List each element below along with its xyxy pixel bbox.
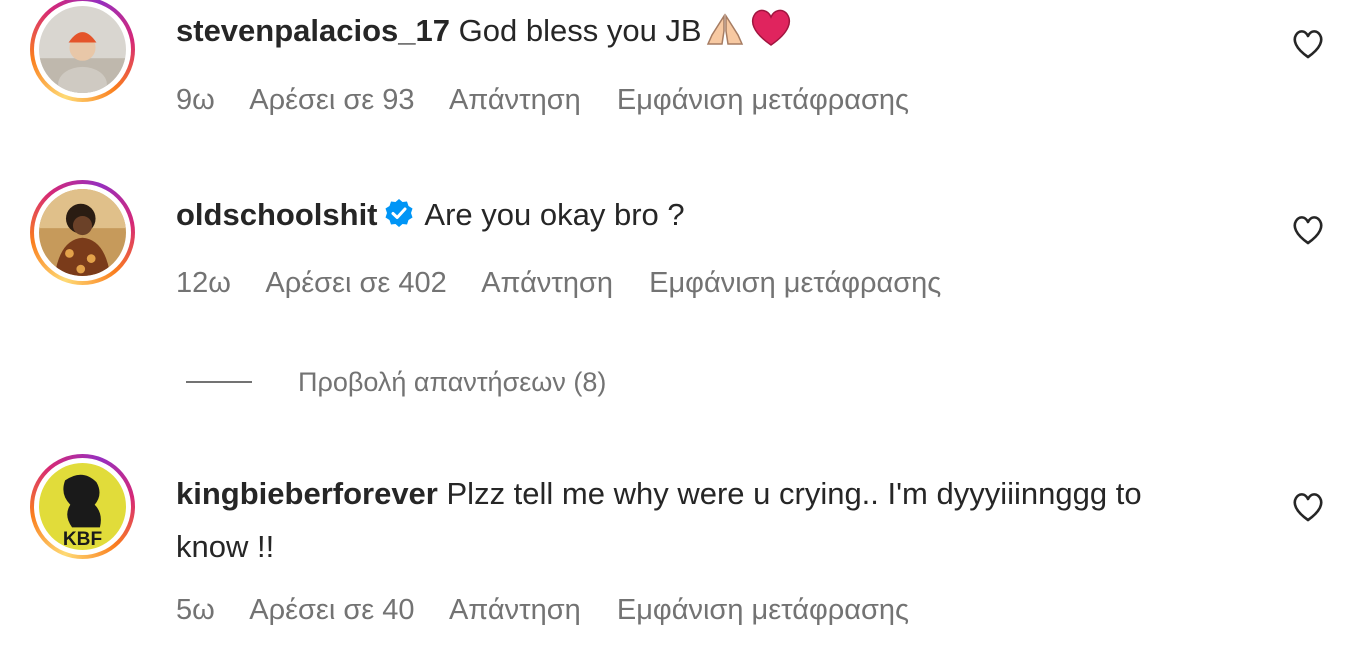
comment-likes[interactable]: Αρέσει σε 402 xyxy=(265,267,446,299)
view-replies-label: Προβολή απαντήσεων (8) xyxy=(298,366,607,397)
comment-text: God bless you JB xyxy=(458,13,702,48)
reply-button[interactable]: Απάντηση xyxy=(449,594,581,626)
comment-username[interactable]: oldschoolshit xyxy=(176,197,378,232)
comment-time: 5ω xyxy=(176,594,215,626)
avatar[interactable]: KBF xyxy=(30,454,135,559)
comment-likes[interactable]: Αρέσει σε 93 xyxy=(249,84,414,116)
show-translation-button[interactable]: Εμφάνιση μετάφρασης xyxy=(649,267,941,299)
like-heart-icon[interactable] xyxy=(1290,26,1326,60)
avatar-text: KBF xyxy=(63,529,102,550)
reply-button[interactable]: Απάντηση xyxy=(449,84,581,116)
show-translation-button[interactable]: Εμφάνιση μετάφρασης xyxy=(617,84,909,116)
comment-likes[interactable]: Αρέσει σε 40 xyxy=(249,594,414,626)
like-heart-icon[interactable] xyxy=(1290,212,1326,246)
comment-text: Are you okay bro ? xyxy=(424,197,685,232)
comment-time: 9ω xyxy=(176,84,215,116)
comment-username[interactable]: kingbieberforever xyxy=(176,476,438,511)
like-heart-icon[interactable] xyxy=(1290,489,1326,523)
avatar[interactable] xyxy=(30,180,135,285)
red-heart-icon xyxy=(748,7,794,63)
avatar[interactable] xyxy=(30,0,135,102)
show-translation-button[interactable]: Εμφάνιση μετάφρασης xyxy=(617,594,909,626)
avatar-image: KBF xyxy=(39,463,126,550)
comment-time: 12ω xyxy=(176,267,231,299)
replies-divider xyxy=(186,381,252,383)
avatar-image xyxy=(39,189,126,276)
reply-button[interactable]: Απάντηση xyxy=(481,267,613,299)
comment-username[interactable]: stevenpalacios_17 xyxy=(176,13,450,48)
view-replies-button[interactable]: Προβολή απαντήσεων (8) xyxy=(186,362,606,402)
avatar-image xyxy=(39,6,126,93)
folded-hands-icon xyxy=(702,10,748,63)
verified-badge-icon xyxy=(385,199,412,227)
comments-list: stevenpalacios_17 God bless you JB 9ω Αρ… xyxy=(0,0,1360,649)
